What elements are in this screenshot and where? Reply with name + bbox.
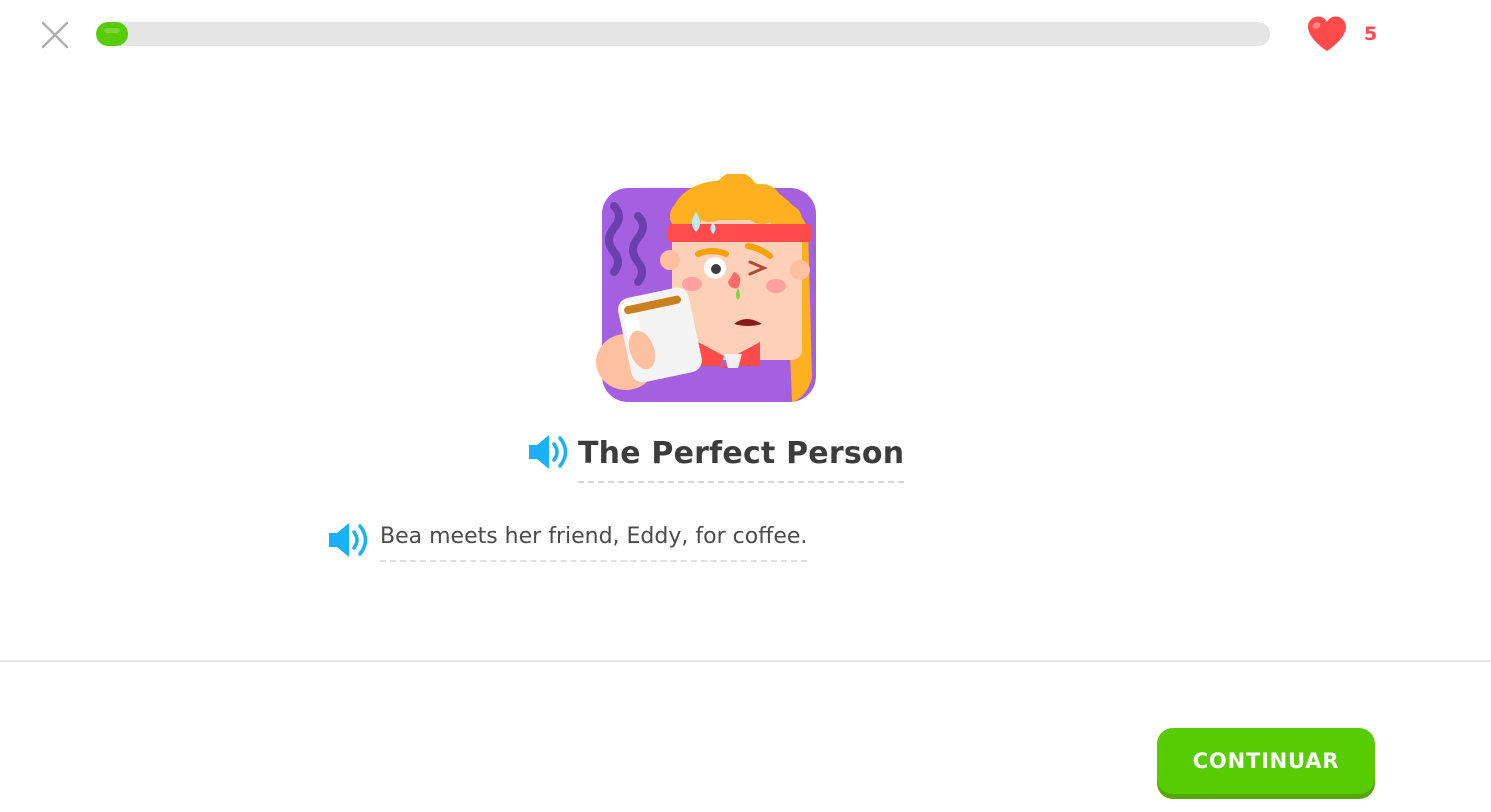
continue-button[interactable]: CONTINUAR [1157,728,1375,794]
progress-bar [96,22,1270,46]
hearts-count: 5 [1364,23,1378,45]
line-audio-button[interactable] [326,520,370,560]
speaker-icon [329,523,368,557]
story-illustration [596,174,816,402]
close-icon [41,21,69,49]
progress-bar-fill [96,22,128,46]
close-button[interactable] [38,18,72,52]
hearts-counter[interactable]: 5 [1306,14,1377,54]
speaker-icon [529,435,568,469]
story-title[interactable]: The Perfect Person [578,436,905,483]
lesson-screen: 5 The Perfect Person Bea meets her frien… [0,0,1491,812]
footer-divider [0,660,1491,662]
story-line-row: Bea meets her friend, Eddy, for coffee. [326,520,808,570]
progress-bar-highlight [104,28,120,33]
story-title-row: The Perfect Person [526,432,905,492]
title-audio-button[interactable] [526,432,570,472]
heart-icon [1308,16,1346,51]
story-line-text[interactable]: Bea meets her friend, Eddy, for coffee. [380,524,808,562]
